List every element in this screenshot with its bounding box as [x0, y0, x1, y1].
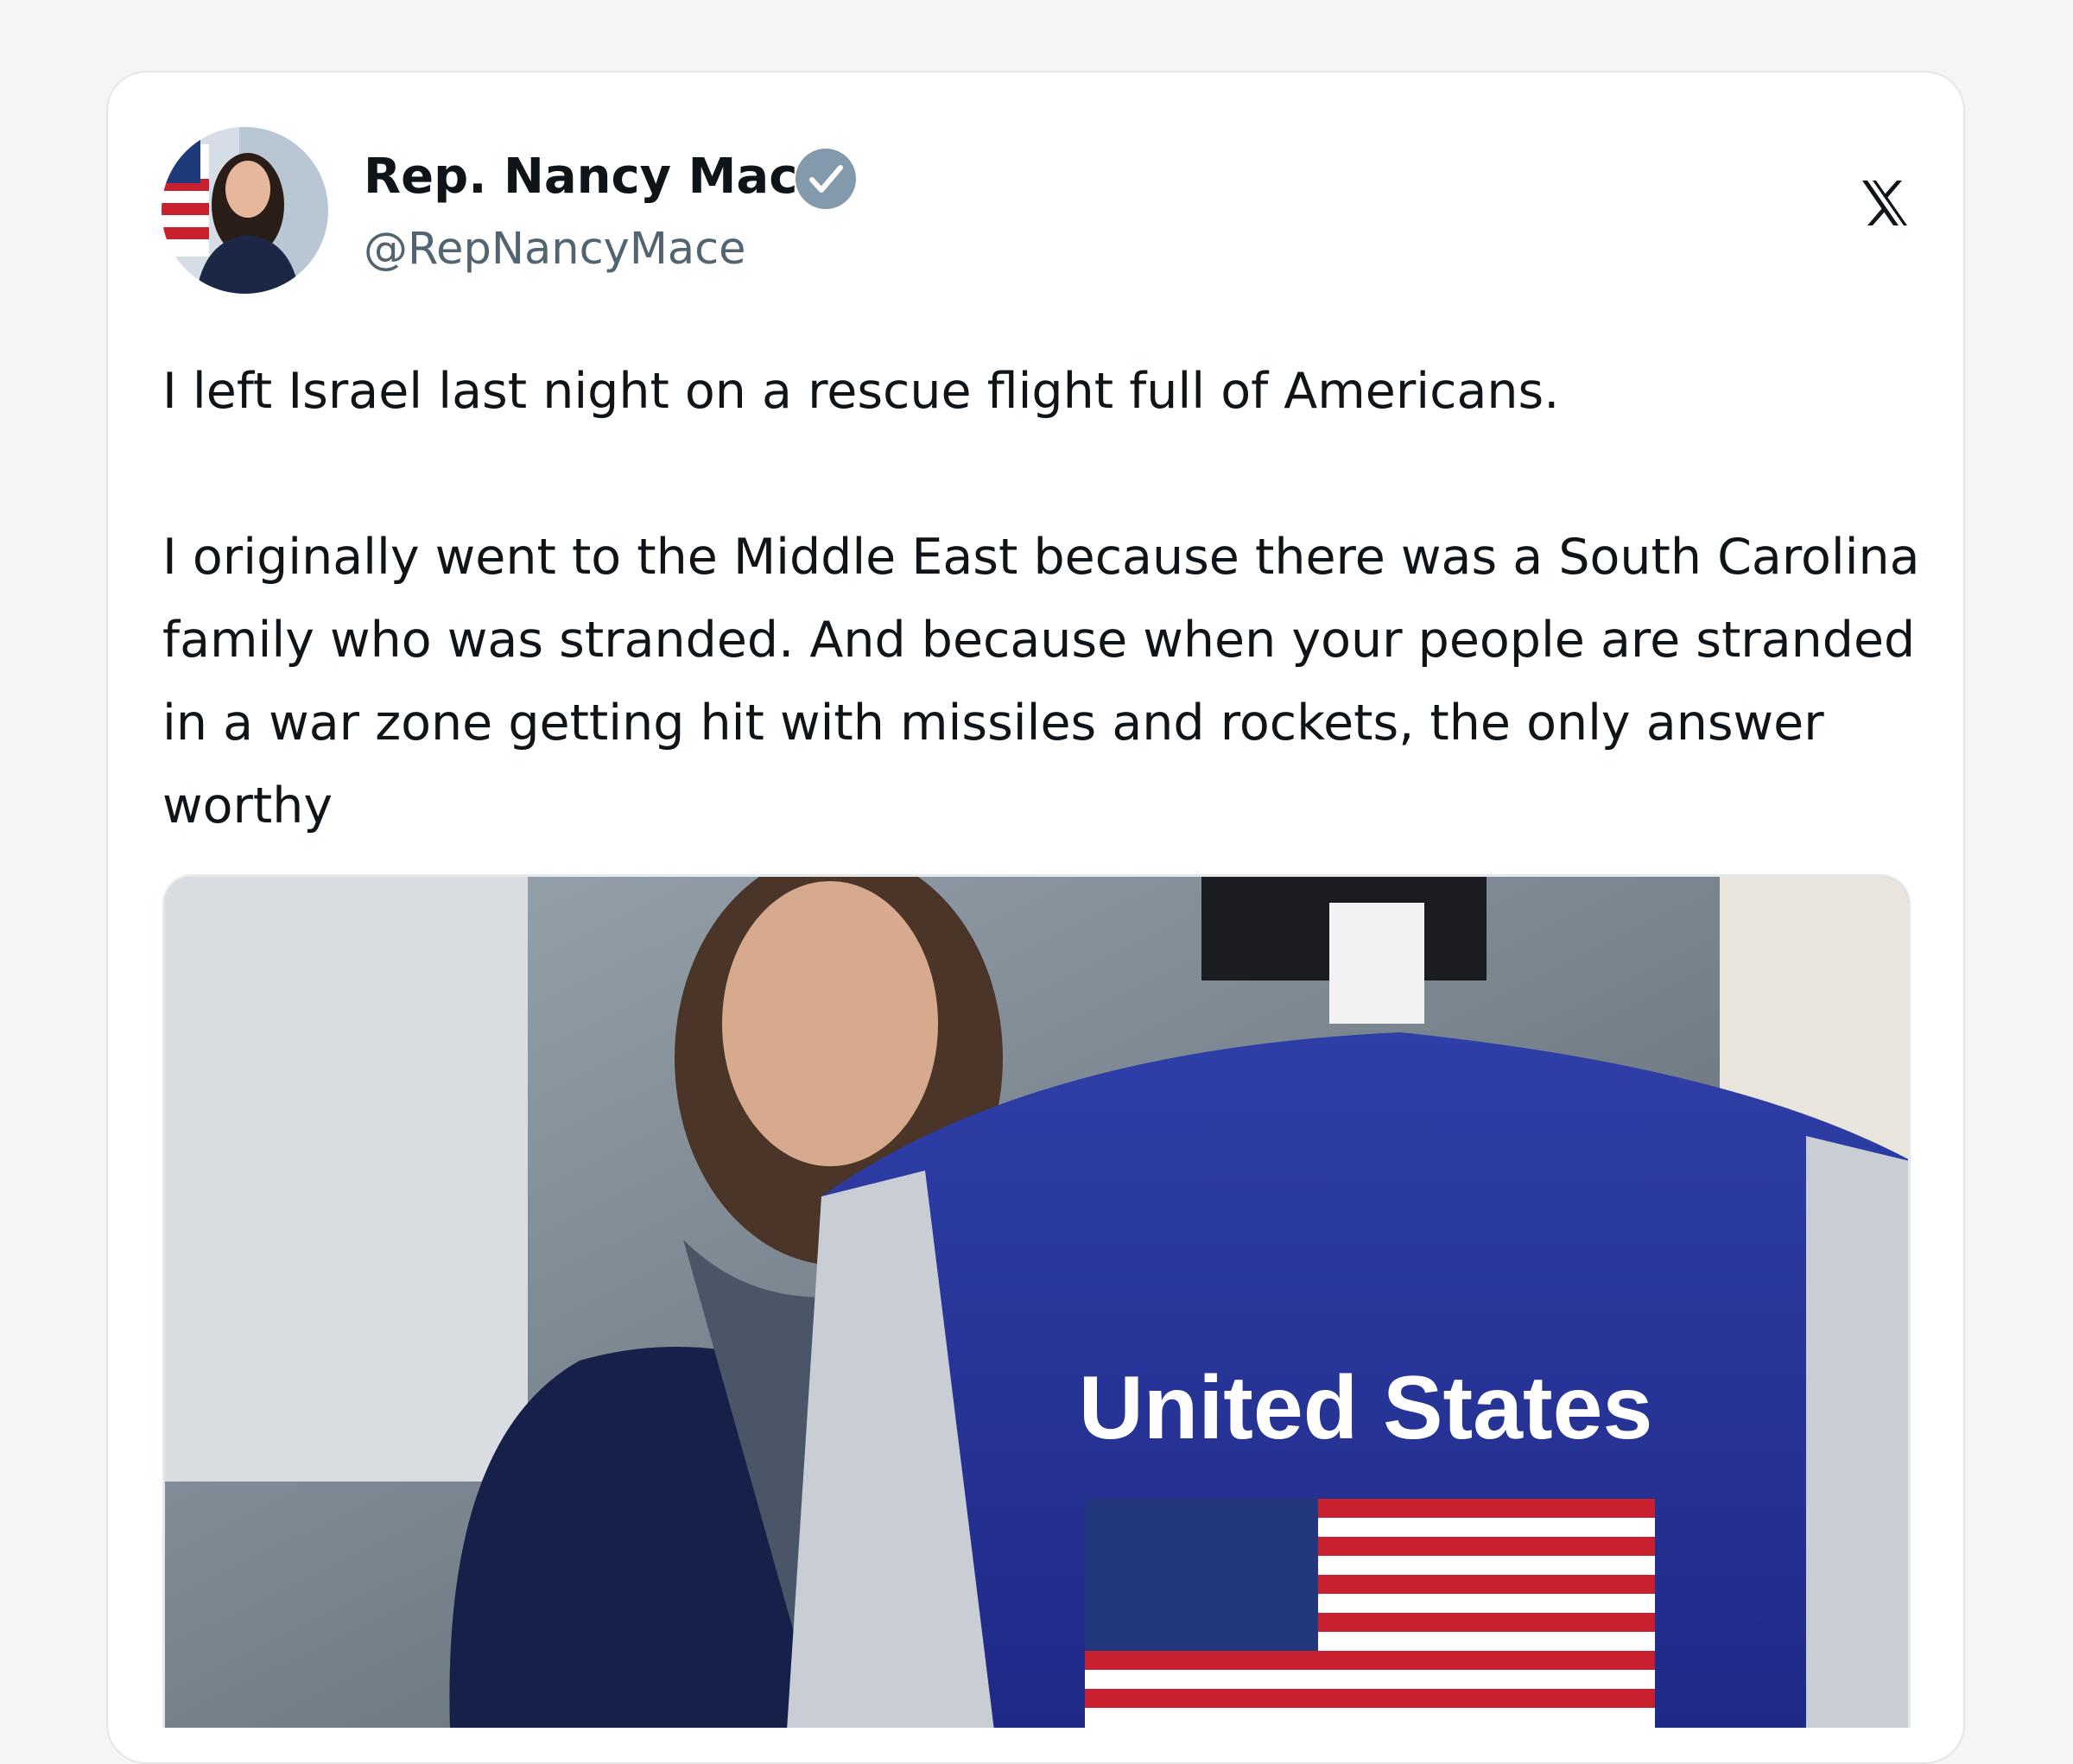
avatar-portrait-icon: [162, 127, 328, 294]
tweet-media-image[interactable]: United States: [162, 874, 1911, 1728]
x-logo-icon[interactable]: [1859, 177, 1911, 229]
verified-badge-icon: [796, 149, 856, 209]
vest-text: United States: [1079, 1358, 1653, 1458]
author-display-name[interactable]: Rep. Nancy Mace: [364, 149, 830, 205]
photo-illustration: United States: [165, 877, 1908, 1728]
author-handle[interactable]: @RepNancyMace: [364, 224, 746, 275]
tweet-text: I left Israel last night on a rescue fli…: [162, 363, 1920, 834]
avatar[interactable]: [162, 127, 328, 294]
